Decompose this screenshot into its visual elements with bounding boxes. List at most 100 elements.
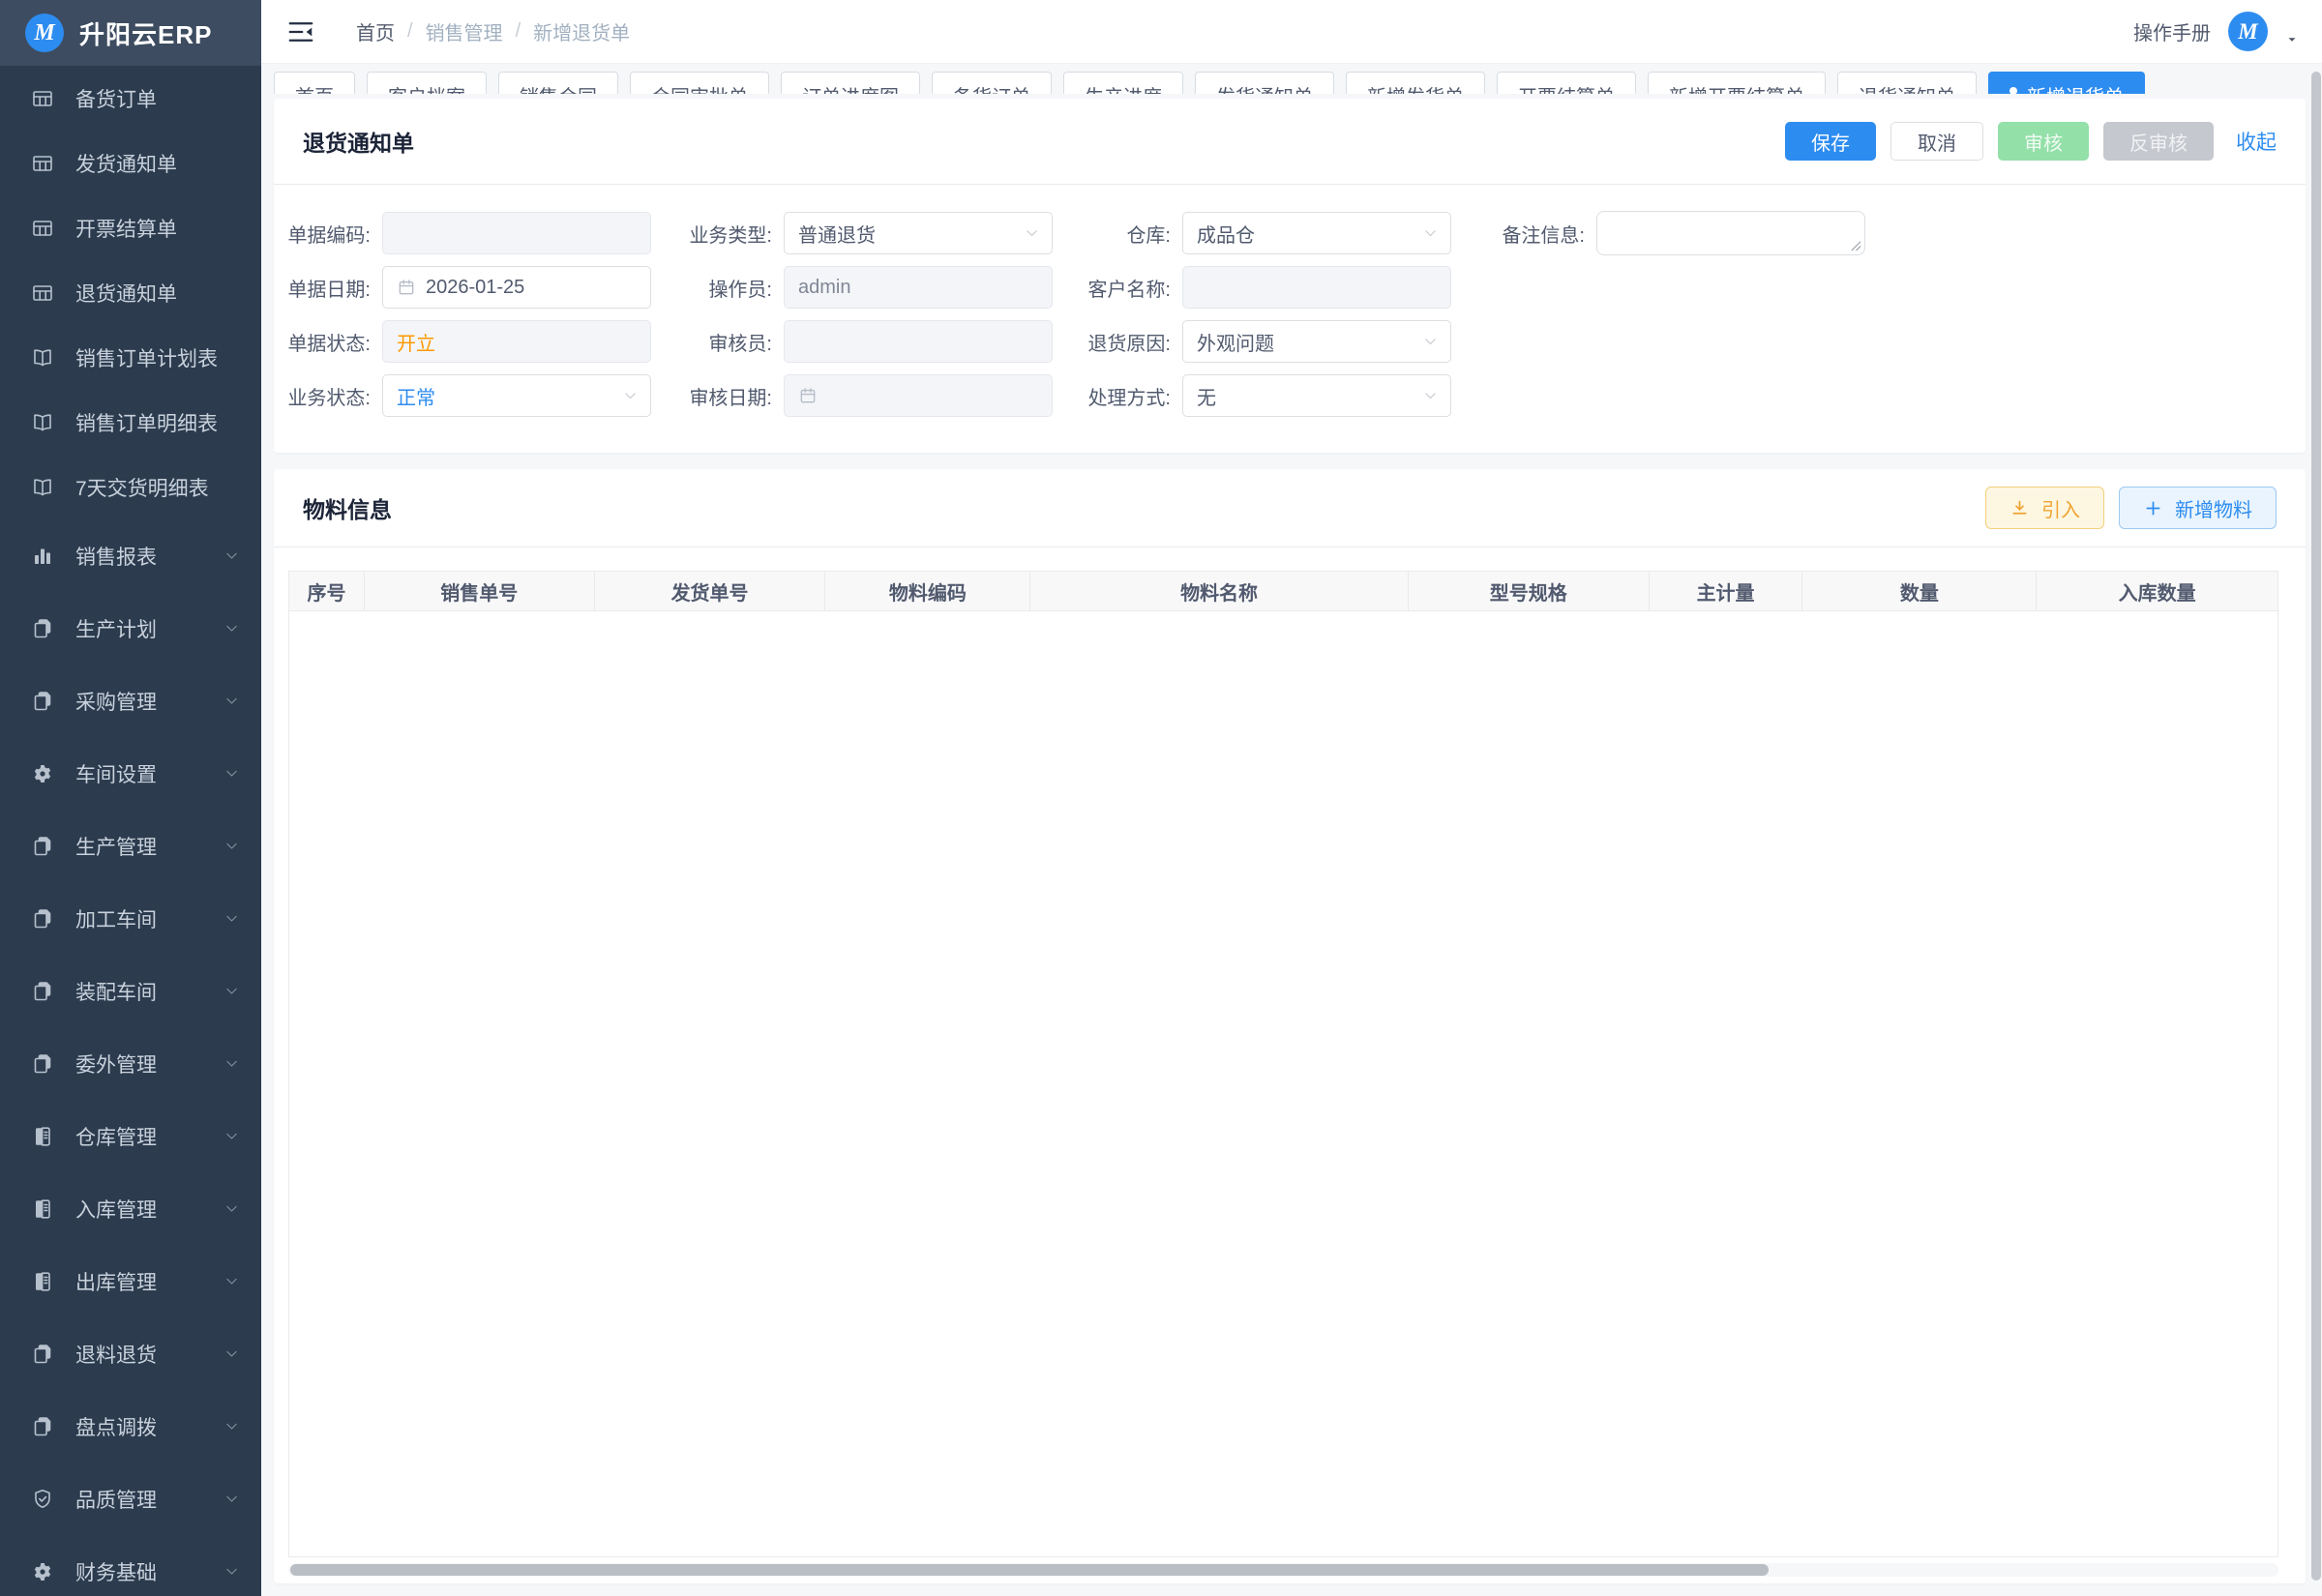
bar-chart-icon <box>31 545 54 568</box>
sidebar-item-processing-workshop[interactable]: 加工车间 <box>0 882 261 955</box>
plus-icon <box>2143 498 2163 518</box>
chevron-down-icon <box>223 547 240 564</box>
table-icon <box>31 152 54 175</box>
breadcrumb-item[interactable]: 销售管理 <box>426 17 503 45</box>
tab-sales-contract[interactable]: 销售合同 <box>498 72 618 94</box>
caret-down-icon[interactable] <box>2285 33 2299 46</box>
tab-new-delivery[interactable]: 新增发货单 <box>1346 72 1485 94</box>
tab-new-invoice-settlement[interactable]: 新增开票结算单 <box>1648 72 1826 94</box>
sidebar-item-warehouse-mgmt[interactable]: 仓库管理 <box>0 1100 261 1172</box>
doc-status-label: 单据状态: <box>274 328 382 356</box>
copy-icon <box>31 617 54 640</box>
page-title: 退货通知单 <box>303 125 414 158</box>
chevron-down-icon <box>223 693 240 709</box>
journal-icon <box>31 1197 54 1221</box>
sidebar-item-sales-order-detail[interactable]: 销售订单明细表 <box>0 390 261 455</box>
biz-status-label: 业务状态: <box>274 382 382 410</box>
resize-handle-icon[interactable] <box>1849 239 1861 251</box>
chevron-down-icon <box>223 1345 240 1362</box>
copy-icon <box>31 690 54 713</box>
column-header: 入库数量 <box>2037 572 2277 610</box>
open-book-icon <box>31 476 54 499</box>
tab-return-notice[interactable]: 退货通知单 <box>1837 72 1977 94</box>
manual-link[interactable]: 操作手册 <box>2133 17 2211 45</box>
tab-invoice-settlement[interactable]: 开票结算单 <box>1497 72 1636 94</box>
tab-new-return[interactable]: 新增退货单 <box>1988 72 2145 94</box>
cancel-button[interactable]: 取消 <box>1890 122 1983 161</box>
handle-method-field[interactable]: 无 <box>1182 374 1451 417</box>
sidebar-item-inbound-mgmt[interactable]: 入库管理 <box>0 1172 261 1245</box>
chevron-down-icon <box>223 1563 240 1580</box>
auditor-label: 审核员: <box>651 328 784 356</box>
sidebar-item-stock-order[interactable]: 备货订单 <box>0 66 261 131</box>
biz-type-value: 普通退货 <box>798 220 876 248</box>
sidebar: M 升阳云ERP 备货订单发货通知单开票结算单退货通知单销售订单计划表销售订单明… <box>0 0 261 1596</box>
breadcrumb-item[interactable]: 首页 <box>356 17 395 45</box>
copy-icon <box>31 1052 54 1076</box>
return-reason-field[interactable]: 外观问题 <box>1182 320 1451 363</box>
chevron-down-icon <box>223 1200 240 1217</box>
doc-date-value: 2026-01-25 <box>426 277 524 299</box>
tab-stock-order[interactable]: 备货订单 <box>932 72 1052 94</box>
avatar[interactable]: M <box>2228 12 2268 51</box>
sidebar-item-quality-mgmt[interactable]: 品质管理 <box>0 1463 261 1535</box>
operator-field: admin <box>784 266 1053 309</box>
tab-production-progress[interactable]: 生产进度 <box>1063 72 1183 94</box>
sidebar-item-seven-day-delivery[interactable]: 7天交货明细表 <box>0 455 261 519</box>
sidebar-item-production-mgmt[interactable]: 生产管理 <box>0 810 261 882</box>
sidebar-item-outbound-mgmt[interactable]: 出库管理 <box>0 1245 261 1317</box>
column-header: 主计量 <box>1650 572 1803 610</box>
vertical-scrollbar <box>2310 64 2322 1596</box>
material-title: 物料信息 <box>303 491 392 524</box>
biz-status-field[interactable]: 正常 <box>382 374 651 417</box>
unaudit-button[interactable]: 反审核 <box>2103 122 2214 161</box>
chevron-down-icon <box>223 1055 240 1072</box>
app-logo: M 升阳云ERP <box>0 0 261 66</box>
warehouse-field[interactable]: 成品仓 <box>1182 212 1451 254</box>
handle-method-label: 处理方式: <box>1053 382 1182 410</box>
chevron-down-icon <box>223 983 240 999</box>
save-button[interactable]: 保存 <box>1785 122 1876 161</box>
return-reason-label: 退货原因: <box>1053 328 1182 356</box>
collapse-link[interactable]: 收起 <box>2236 127 2277 156</box>
return-notice-panel: 退货通知单 保存 取消 审核 反审核 收起 单据编码:业务类型:普通退货仓库:成… <box>274 99 2306 453</box>
sidebar-item-delivery-notice[interactable]: 发货通知单 <box>0 131 261 195</box>
return-notice-form: 单据编码:业务类型:普通退货仓库:成品仓备注信息:单据日期:2026-01-25… <box>274 185 2306 417</box>
sidebar-item-outsourcing-mgmt[interactable]: 委外管理 <box>0 1027 261 1100</box>
biz-type-field[interactable]: 普通退货 <box>784 212 1053 254</box>
tab-order-progress[interactable]: 订单进度图 <box>781 72 920 94</box>
sidebar-item-sales-order-plan[interactable]: 销售订单计划表 <box>0 325 261 390</box>
column-header: 序号 <box>289 572 365 610</box>
menu-fold-icon[interactable] <box>286 17 315 46</box>
sidebar-item-production-plan[interactable]: 生产计划 <box>0 592 261 665</box>
sidebar-item-workshop-settings[interactable]: 车间设置 <box>0 737 261 810</box>
sidebar-item-material-return[interactable]: 退料退货 <box>0 1317 261 1390</box>
sidebar-item-finance-basic[interactable]: 财务基础 <box>0 1535 261 1596</box>
column-header: 型号规格 <box>1409 572 1650 610</box>
gear-icon <box>31 1560 54 1583</box>
auditor-field <box>784 320 1053 363</box>
sidebar-item-return-notice[interactable]: 退货通知单 <box>0 260 261 325</box>
chevron-down-icon <box>223 620 240 636</box>
vertical-scrollbar-thumb[interactable] <box>2311 72 2321 1581</box>
copy-icon <box>31 907 54 931</box>
import-button[interactable]: 引入 <box>1985 487 2104 529</box>
chevron-down-icon <box>223 1273 240 1289</box>
sidebar-item-purchase-mgmt[interactable]: 采购管理 <box>0 665 261 737</box>
doc-date-field[interactable]: 2026-01-25 <box>382 266 651 309</box>
tab-customer-files[interactable]: 客户档案 <box>367 72 487 94</box>
tab-home[interactable]: 首页 <box>274 72 355 94</box>
sidebar-item-invoice-settlement[interactable]: 开票结算单 <box>0 195 261 260</box>
biz-type-label: 业务类型: <box>651 220 784 248</box>
tab-delivery-notice[interactable]: 发货通知单 <box>1195 72 1334 94</box>
sidebar-item-sales-report[interactable]: 销售报表 <box>0 519 261 592</box>
sidebar-item-assembly-workshop[interactable]: 装配车间 <box>0 955 261 1027</box>
tab-contract-approval[interactable]: 合同审批单 <box>630 72 769 94</box>
horizontal-scrollbar-thumb[interactable] <box>290 1564 1769 1576</box>
audit-date-label: 审核日期: <box>651 382 784 410</box>
audit-button[interactable]: 审核 <box>1998 122 2089 161</box>
sidebar-item-inventory-transfer[interactable]: 盘点调拨 <box>0 1390 261 1463</box>
remarks-field[interactable] <box>1596 211 1865 255</box>
column-header: 数量 <box>1802 572 2037 610</box>
add-material-button[interactable]: 新增物料 <box>2119 487 2277 529</box>
